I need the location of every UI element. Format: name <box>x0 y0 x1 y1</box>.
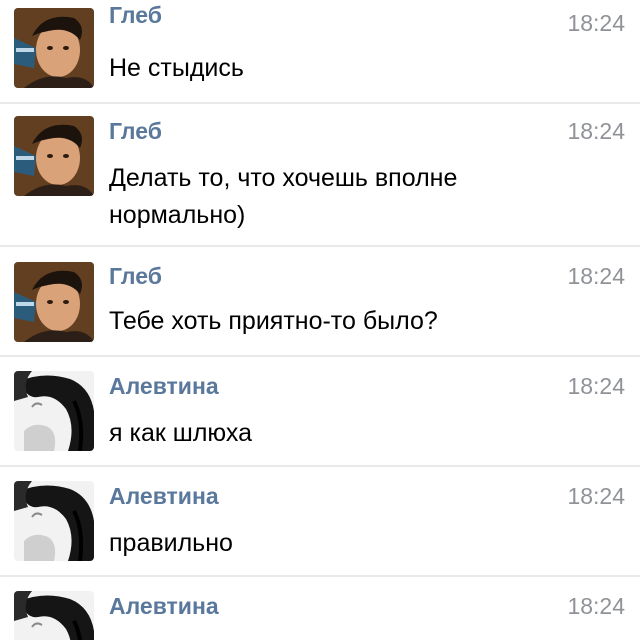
message-text: Делать то, что хочешь вполне нормально) <box>109 164 458 229</box>
gleb-avatar-icon <box>14 262 94 342</box>
message-timestamp: 18:24 <box>567 263 625 289</box>
sender-name[interactable]: Глеб <box>109 118 162 144</box>
alevtina-avatar-icon <box>14 481 94 561</box>
message-item[interactable]: Глеб 18:24 Не стыдись <box>0 0 640 102</box>
avatar[interactable] <box>14 481 94 561</box>
alevtina-avatar-icon <box>14 591 94 640</box>
message-item[interactable]: Алевтина 18:24 <box>0 577 640 640</box>
message-feed: Глеб 18:24 Не стыдись Глеб 18:24 Делать … <box>0 0 640 640</box>
avatar[interactable] <box>14 262 94 342</box>
message-text: Не стыдись <box>109 54 244 82</box>
sender-name[interactable]: Алевтина <box>109 373 219 399</box>
message-item[interactable]: Глеб 18:24 Тебе хоть приятно-то было? <box>0 247 640 355</box>
gleb-avatar-icon <box>14 8 94 88</box>
sender-name[interactable]: Глеб <box>109 2 162 28</box>
message-timestamp: 18:24 <box>567 483 625 509</box>
alevtina-avatar-icon <box>14 371 94 451</box>
message-item[interactable]: Глеб 18:24 Делать то, что хочешь вполне … <box>0 104 640 245</box>
message-timestamp: 18:24 <box>567 593 625 619</box>
avatar[interactable] <box>14 371 94 451</box>
message-timestamp: 18:24 <box>567 118 625 144</box>
gleb-avatar-icon <box>14 116 94 196</box>
sender-name[interactable]: Глеб <box>109 263 162 289</box>
message-text: Тебе хоть приятно-то было? <box>109 307 438 335</box>
sender-name[interactable]: Алевтина <box>109 483 219 509</box>
message-timestamp: 18:24 <box>567 373 625 399</box>
message-text: я как шлюха <box>109 419 252 447</box>
sender-name[interactable]: Алевтина <box>109 593 219 619</box>
message-timestamp: 18:24 <box>567 10 625 36</box>
message-text: правильно <box>109 529 233 557</box>
avatar[interactable] <box>14 116 94 196</box>
avatar[interactable] <box>14 8 94 88</box>
avatar[interactable] <box>14 591 94 640</box>
message-item[interactable]: Алевтина 18:24 правильно <box>0 467 640 575</box>
message-item[interactable]: Алевтина 18:24 я как шлюха <box>0 357 640 465</box>
